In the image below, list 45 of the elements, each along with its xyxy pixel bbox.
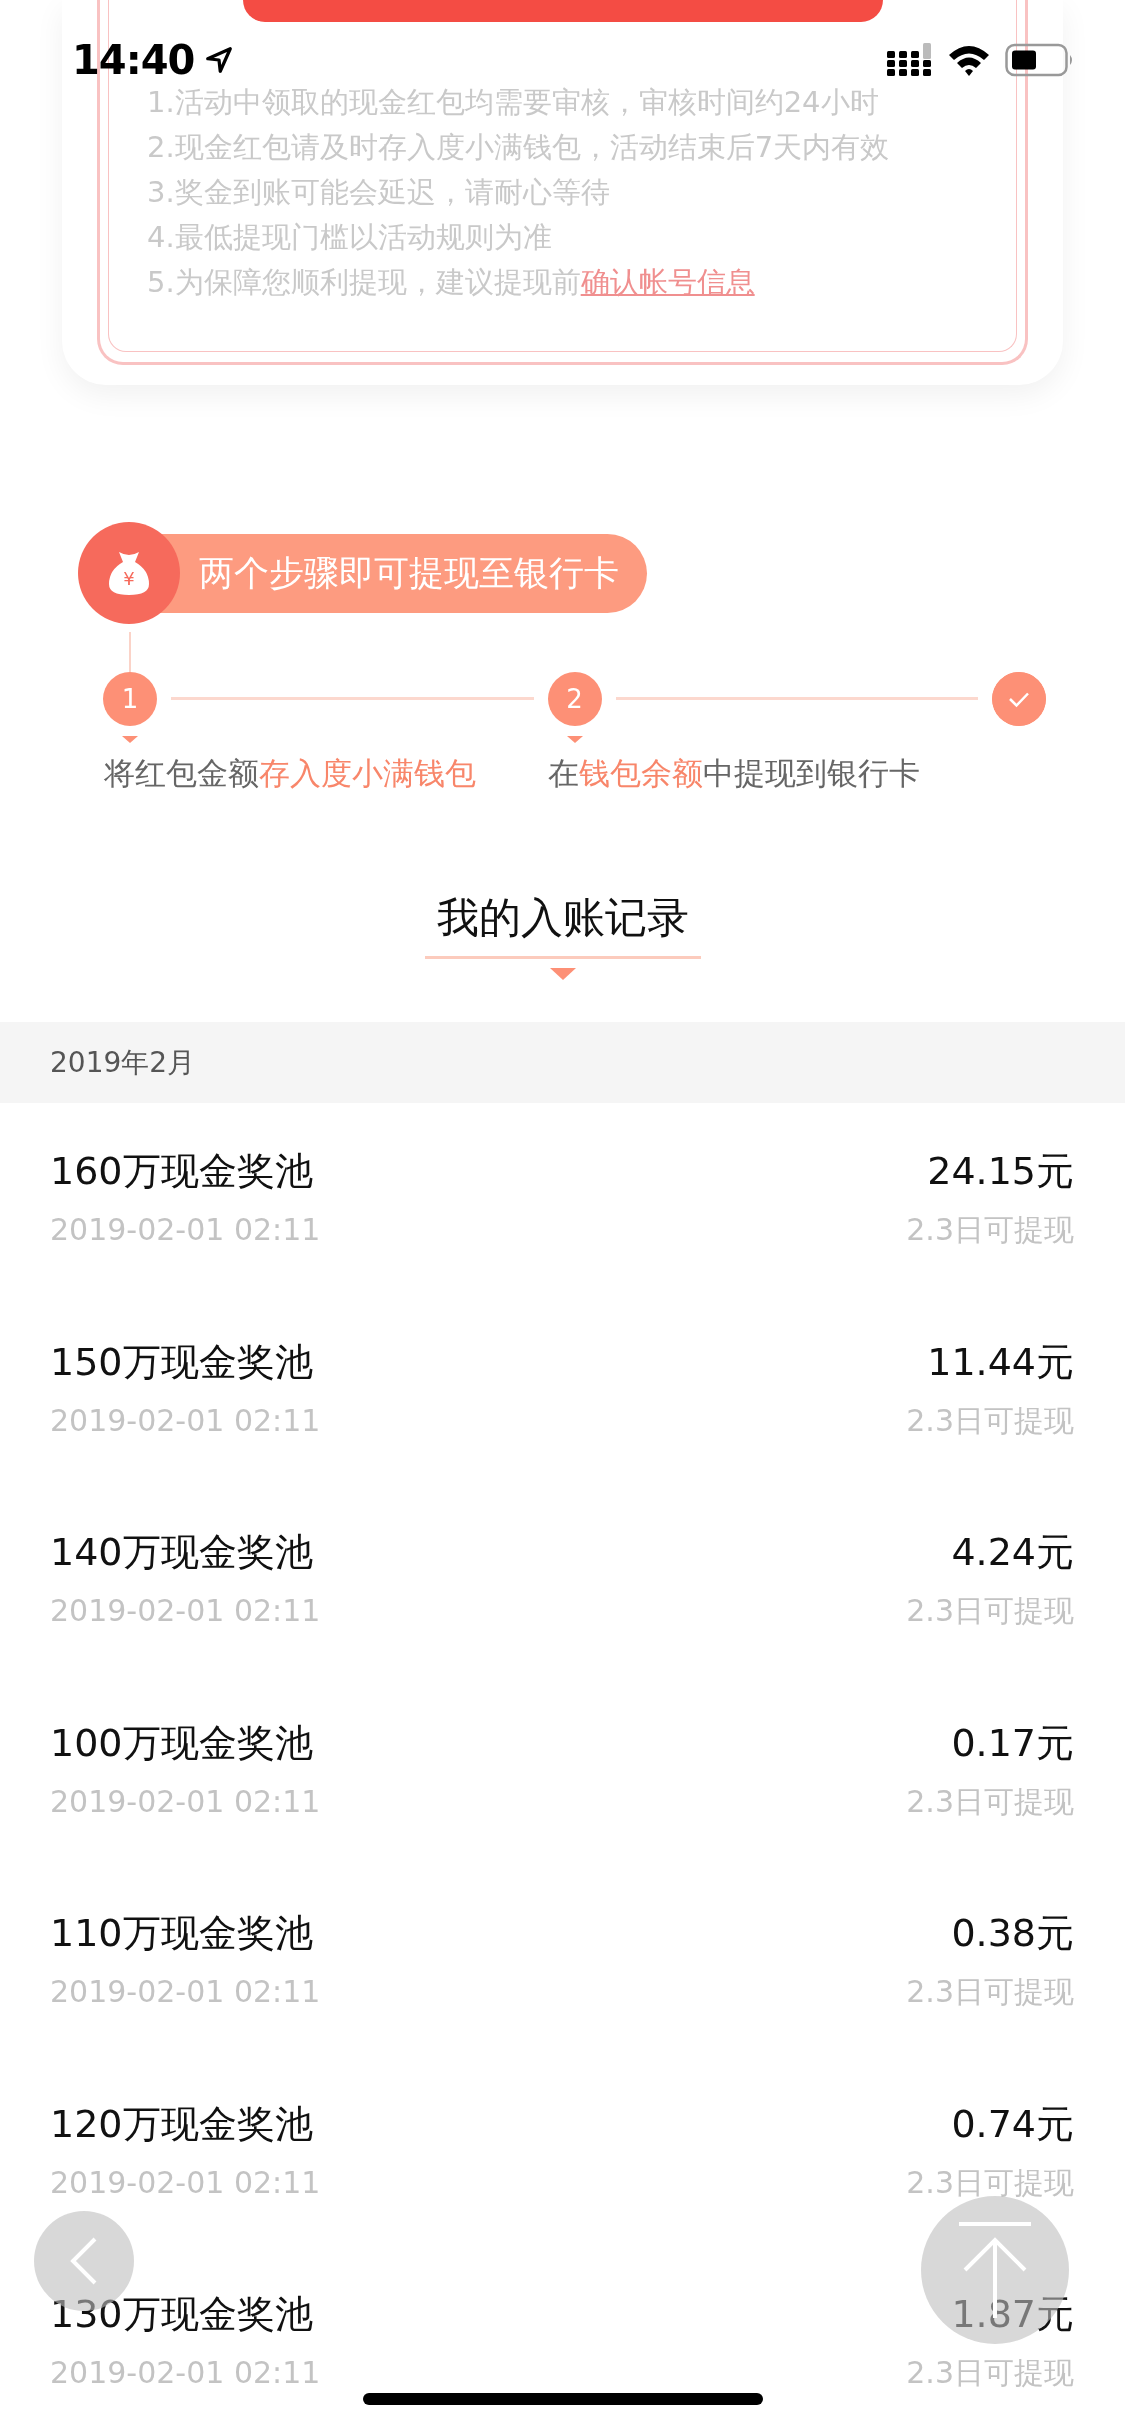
step-caption: 将红包金额存入度小满钱包 [104, 754, 477, 793]
step-caption: 在钱包余额中提现到银行卡 [548, 754, 921, 793]
record-time: 2019-02-01 02:11 [50, 1212, 321, 1248]
record-name: 140万现金奖池 [50, 1529, 313, 1575]
record-amount: 4.24元 [951, 1529, 1074, 1575]
record-status: 2.3日可提现 [906, 1402, 1074, 1439]
pointer-icon [566, 736, 583, 743]
record-time: 2019-02-01 02:11 [50, 1783, 321, 1820]
check-icon [992, 672, 1046, 726]
chevron-left-icon [69, 2236, 99, 2286]
confirm-account-link[interactable]: 确认帐号信息 [580, 265, 755, 299]
month-header: 2019年2月 [0, 1022, 1125, 1103]
record-time: 2019-02-01 02:11 [50, 2164, 321, 2201]
location-arrow-icon [204, 45, 235, 75]
record-amount: 11.44元 [927, 1338, 1074, 1385]
pointer-icon [122, 736, 138, 743]
record-time: 2019-02-01 02:11 [50, 1593, 321, 1629]
record-amount: 0.74元 [951, 2100, 1074, 2147]
record-time: 2019-02-01 02:11 [50, 1402, 321, 1439]
money-bag-icon [107, 550, 151, 596]
record-amount: 0.38元 [951, 1910, 1074, 1956]
record-amount: 24.15元 [927, 1148, 1074, 1194]
record-status: 2.3日可提现 [906, 1974, 1074, 2010]
record-status: 2.3日可提现 [906, 2164, 1074, 2201]
pointer-icon [549, 968, 576, 980]
record-time: 2019-02-01 02:11 [50, 1974, 321, 2010]
record-status: 2.3日可提现 [906, 1212, 1074, 1248]
record-name: 100万现金奖池 [50, 1719, 313, 1766]
record-status: 2.3日可提现 [906, 1783, 1074, 1820]
wifi-icon [947, 43, 991, 77]
record-name: 110万现金奖池 [50, 1910, 313, 1956]
section-title: 我的入账记录 [424, 890, 701, 959]
status-time: 14:40 [72, 37, 195, 83]
record-name: 130万现金奖池 [50, 2291, 313, 2337]
record-time: 2019-02-01 02:11 [50, 2355, 321, 2391]
record-status: 2.3日可提现 [906, 1593, 1074, 1629]
step-number: 1 [103, 672, 157, 726]
record-status: 2.3日可提现 [906, 2355, 1074, 2391]
battery-icon [1005, 43, 1075, 77]
record-amount: 0.17元 [951, 1719, 1074, 1766]
signal-icon [887, 43, 933, 77]
record-name: 120万现金奖池 [50, 2100, 313, 2147]
record-name: 160万现金奖池 [50, 1148, 313, 1194]
step-number: 2 [547, 672, 602, 726]
record-name: 150万现金奖池 [50, 1338, 313, 1385]
